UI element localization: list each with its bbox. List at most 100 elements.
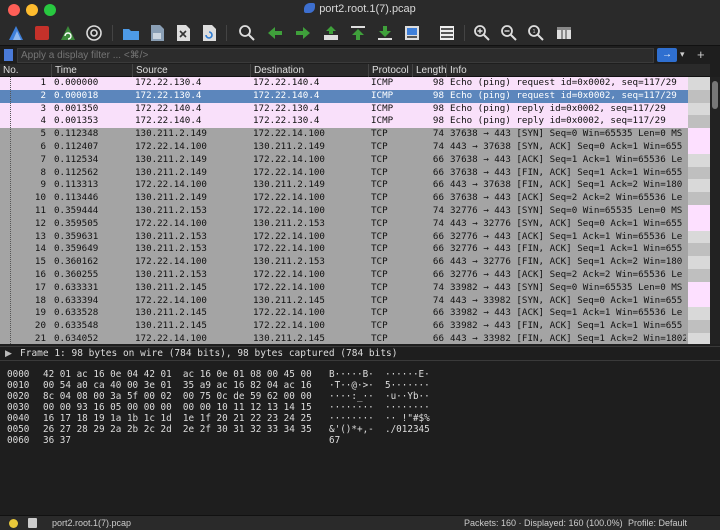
cell-no: 12 bbox=[34, 217, 46, 229]
packet-row[interactable]: 2 0.000018 172.22.130.4 172.22.140.4 ICMP 98 E… bbox=[0, 89, 710, 103]
column-header-time[interactable]: Time bbox=[52, 64, 133, 77]
apply-filter-button[interactable]: → bbox=[657, 48, 677, 62]
filter-history-dropdown-icon[interactable]: ▾ bbox=[680, 49, 685, 60]
go-forward-icon[interactable] bbox=[292, 23, 314, 43]
filter-bookmark-icon[interactable] bbox=[4, 49, 13, 61]
cell-info: 37638 → 443 [ACK] Seq=2 Ack=2 Win=65536 … bbox=[450, 192, 683, 204]
cell-no: 4 bbox=[40, 115, 46, 127]
bytes-row[interactable]: 0060 36 37 67 bbox=[0, 435, 720, 446]
packet-list-scrollbar[interactable] bbox=[710, 77, 720, 344]
cell-time: 0.633528 bbox=[54, 307, 99, 319]
packet-row[interactable]: 15 0.360162 172.22.14.100 130.211.2.153 TCP 6… bbox=[0, 256, 710, 269]
packet-row[interactable]: 9 0.113313 172.22.14.100 130.211.2.149 TCP 66… bbox=[0, 179, 710, 193]
packet-row[interactable]: 7 0.112534 130.211.2.149 172.22.14.100 TCP 66… bbox=[0, 153, 710, 167]
packet-row[interactable]: 4 0.001353 172.22.140.4 172.22.130.4 ICMP 98 E… bbox=[0, 115, 710, 129]
bytes-row[interactable]: 0020 8c 04 08 00 3a 5f 00 02 00 75 0c de … bbox=[0, 391, 720, 402]
cell-info: Echo (ping) reply id=0x0002, seq=117/29 bbox=[450, 102, 666, 114]
column-header-info[interactable]: Info bbox=[447, 64, 710, 77]
packet-row[interactable]: 19 0.633528 130.211.2.145 172.22.14.100 TCP 6… bbox=[0, 307, 710, 321]
go-first-icon[interactable] bbox=[347, 23, 369, 43]
cell-source: 130.211.2.153 bbox=[135, 204, 207, 216]
cell-source: 172.22.14.100 bbox=[135, 217, 207, 229]
byte-offset: 0050 bbox=[7, 424, 30, 435]
cell-protocol: TCP bbox=[371, 192, 388, 204]
close-file-icon[interactable] bbox=[172, 23, 194, 43]
packet-row[interactable]: 16 0.360255 130.211.2.153 172.22.14.100 TCP 6… bbox=[0, 268, 710, 282]
expert-info-icon[interactable] bbox=[9, 519, 18, 528]
cell-no: 5 bbox=[40, 128, 46, 140]
shark-fin-start-icon[interactable] bbox=[5, 23, 27, 43]
bytes-row[interactable]: 0000 42 01 ac 16 0e 04 42 01 ac 16 0e 01 … bbox=[0, 369, 720, 380]
cell-length: 66 bbox=[432, 320, 444, 332]
cell-info: 32776 → 443 [FIN, ACK] Seq=1 Ack=1 Win=6… bbox=[450, 243, 683, 255]
packet-row[interactable]: 18 0.633394 172.22.14.100 130.211.2.145 TCP 7… bbox=[0, 294, 710, 308]
resize-columns-icon[interactable] bbox=[553, 23, 575, 43]
packet-row[interactable]: 8 0.112562 130.211.2.149 172.22.14.100 TCP 66… bbox=[0, 166, 710, 180]
packet-row[interactable]: 20 0.633548 130.211.2.145 172.22.14.100 TCP 6… bbox=[0, 320, 710, 333]
capture-options-gear-icon[interactable] bbox=[83, 23, 105, 43]
cell-destination: 172.22.14.100 bbox=[253, 128, 325, 140]
go-back-icon[interactable] bbox=[264, 23, 286, 43]
packet-row[interactable]: 5 0.112348 130.211.2.149 172.22.14.100 TCP 74… bbox=[0, 128, 710, 141]
go-to-packet-icon[interactable] bbox=[320, 23, 342, 43]
packet-row[interactable]: 6 0.112407 172.22.14.100 130.211.2.149 TCP 74… bbox=[0, 140, 710, 154]
restart-capture-icon[interactable] bbox=[57, 23, 79, 43]
column-header-source[interactable]: Source bbox=[133, 64, 251, 77]
packet-row[interactable]: 10 0.113446 130.211.2.149 172.22.14.100 TCP 6… bbox=[0, 192, 710, 205]
bytes-row[interactable]: 0030 00 00 93 16 05 00 00 00 00 00 10 11 … bbox=[0, 402, 720, 413]
column-header-protocol[interactable]: Protocol bbox=[369, 64, 413, 77]
scrollbar-thumb[interactable] bbox=[712, 81, 718, 109]
cell-destination: 172.22.14.100 bbox=[253, 192, 325, 204]
expand-arrow-icon[interactable]: ▶ bbox=[5, 348, 12, 359]
byte-offset: 0020 bbox=[7, 391, 30, 402]
packet-row[interactable]: 12 0.359505 172.22.14.100 130.211.2.153 TCP 7… bbox=[0, 217, 710, 231]
packet-row[interactable]: 17 0.633331 130.211.2.145 172.22.14.100 TCP 7… bbox=[0, 281, 710, 295]
cell-protocol: TCP bbox=[371, 166, 388, 178]
window-title-text: port2.root.1(7).pcap bbox=[319, 3, 416, 15]
packet-row[interactable]: 11 0.359444 130.211.2.153 172.22.14.100 TCP 7… bbox=[0, 204, 710, 218]
cell-no: 17 bbox=[34, 281, 46, 293]
column-header-no[interactable]: No. bbox=[0, 64, 52, 77]
zoom-normal-icon[interactable]: 1 bbox=[525, 23, 547, 43]
packet-row[interactable]: 1 0.000000 172.22.130.4 172.22.140.4 ICMP 98 E… bbox=[0, 77, 710, 90]
cell-protocol: TCP bbox=[371, 140, 388, 152]
packet-row[interactable]: 13 0.359631 130.211.2.153 172.22.14.100 TCP 6… bbox=[0, 230, 710, 244]
byte-ascii: ·T··@·>· 5······· bbox=[329, 380, 430, 391]
packet-row[interactable]: 21 0.634052 172.22.14.100 130.211.2.145 TCP 6… bbox=[0, 332, 710, 344]
open-folder-icon[interactable] bbox=[120, 23, 142, 43]
zoom-out-icon[interactable] bbox=[498, 23, 520, 43]
cell-source: 172.22.14.100 bbox=[135, 294, 207, 306]
document-icon bbox=[304, 3, 316, 13]
column-header-length[interactable]: Length bbox=[413, 64, 447, 77]
autoscroll-icon[interactable] bbox=[401, 23, 423, 43]
bytes-row[interactable]: 0040 16 17 18 19 1a 1b 1c 1d 1e 1f 20 21 … bbox=[0, 413, 720, 424]
cell-info: 32776 → 443 [ACK] Seq=1 Ack=1 Win=65536 … bbox=[450, 230, 683, 242]
find-packet-icon[interactable] bbox=[236, 23, 258, 43]
frame-summary[interactable]: Frame 1: 98 bytes on wire (784 bits), 98… bbox=[20, 348, 398, 359]
byte-offset: 0010 bbox=[7, 380, 30, 391]
cell-time: 0.359444 bbox=[54, 204, 99, 216]
go-last-icon[interactable] bbox=[374, 23, 396, 43]
capture-comment-icon[interactable] bbox=[28, 518, 37, 528]
column-header-destination[interactable]: Destination bbox=[251, 64, 369, 77]
save-file-icon[interactable] bbox=[146, 23, 168, 43]
add-filter-button[interactable]: + bbox=[697, 47, 705, 62]
zoom-in-icon[interactable] bbox=[471, 23, 493, 43]
bytes-row[interactable]: 0010 00 54 a0 ca 40 00 3e 01 35 a9 ac 16 … bbox=[0, 380, 720, 391]
cell-no: 10 bbox=[34, 192, 46, 204]
cell-protocol: TCP bbox=[371, 268, 388, 280]
status-profile[interactable]: Profile: Default bbox=[628, 518, 687, 528]
cell-time: 0.001353 bbox=[54, 115, 99, 127]
colorize-icon[interactable] bbox=[436, 23, 458, 43]
cell-length: 66 bbox=[432, 192, 444, 204]
byte-ascii: 67 bbox=[329, 435, 341, 446]
bytes-row[interactable]: 0050 26 27 28 29 2a 2b 2c 2d 2e 2f 30 31 … bbox=[0, 424, 720, 435]
packet-row[interactable]: 3 0.001350 172.22.140.4 172.22.130.4 ICMP 98 E… bbox=[0, 102, 710, 116]
reload-icon[interactable] bbox=[198, 23, 220, 43]
cell-destination: 130.211.2.149 bbox=[253, 179, 325, 191]
display-filter-input[interactable] bbox=[17, 48, 654, 63]
cell-time: 0.359649 bbox=[54, 243, 99, 255]
stop-capture-icon[interactable] bbox=[31, 23, 53, 43]
packet-row[interactable]: 14 0.359649 130.211.2.153 172.22.14.100 TCP 6… bbox=[0, 243, 710, 257]
byte-offset: 0040 bbox=[7, 413, 30, 424]
